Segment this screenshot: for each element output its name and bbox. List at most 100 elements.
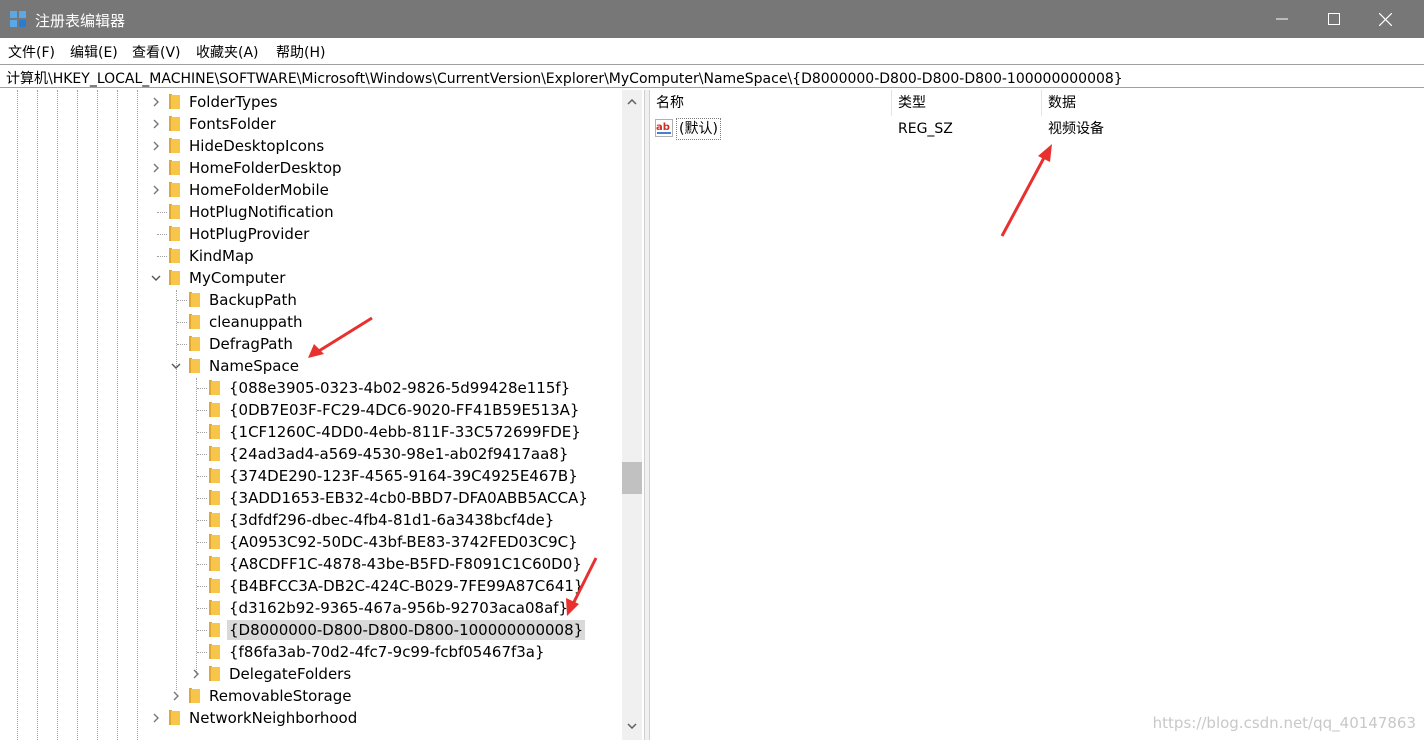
tree-guide-line bbox=[197, 608, 207, 609]
tree-guide-line bbox=[197, 520, 207, 521]
column-header-data[interactable]: 数据 bbox=[1042, 90, 1424, 116]
tree-node-label[interactable]: BackupPath bbox=[207, 290, 299, 310]
tree-node-label[interactable]: FolderTypes bbox=[187, 92, 280, 112]
folder-icon bbox=[207, 512, 221, 528]
tree-node-label[interactable]: {d3162b92-9365-467a-956b-92703aca08af} bbox=[227, 598, 570, 618]
chevron-right-icon[interactable] bbox=[169, 689, 183, 703]
tree-node-label[interactable]: {3ADD1653-EB32-4cb0-BBD7-DFA0ABB5ACCA} bbox=[227, 488, 590, 508]
tree-node[interactable]: BackupPath bbox=[0, 289, 620, 311]
tree-node-label[interactable]: HideDesktopIcons bbox=[187, 136, 326, 156]
tree-node[interactable]: {A0953C92-50DC-43bf-BE83-3742FED03C9C} bbox=[0, 531, 620, 553]
tree-node[interactable]: {d3162b92-9365-467a-956b-92703aca08af} bbox=[0, 597, 620, 619]
tree-node[interactable]: HomeFolderDesktop bbox=[0, 157, 620, 179]
chevron-right-icon[interactable] bbox=[149, 139, 163, 153]
tree-guide-line bbox=[197, 652, 207, 653]
menu-favorites[interactable]: 收藏夹(A) bbox=[196, 42, 259, 62]
tree-node-label[interactable]: HomeFolderMobile bbox=[187, 180, 331, 200]
tree-node-label[interactable]: {A8CDFF1C-4878-43be-B5FD-F8091C1C60D0} bbox=[227, 554, 584, 574]
chevron-right-icon[interactable] bbox=[149, 711, 163, 725]
tree-node[interactable]: {24ad3ad4-a569-4530-98e1-ab02f9417aa8} bbox=[0, 443, 620, 465]
chevron-down-icon[interactable] bbox=[169, 359, 183, 373]
tree-node[interactable]: MyComputer bbox=[0, 267, 620, 289]
tree-node[interactable]: {3dfdf296-dbec-4fb4-81d1-6a3438bcf4de} bbox=[0, 509, 620, 531]
tree-node[interactable]: NetworkNeighborhood bbox=[0, 707, 620, 729]
value-name[interactable]: (默认) bbox=[676, 118, 721, 140]
tree-node[interactable]: {3ADD1653-EB32-4cb0-BBD7-DFA0ABB5ACCA} bbox=[0, 487, 620, 509]
tree-node-label[interactable]: {1CF1260C-4DD0-4ebb-811F-33C572699FDE} bbox=[227, 422, 583, 442]
chevron-right-icon[interactable] bbox=[149, 95, 163, 109]
tree-node[interactable]: HomeFolderMobile bbox=[0, 179, 620, 201]
menu-help[interactable]: 帮助(H) bbox=[276, 42, 325, 62]
column-header-type[interactable]: 类型 bbox=[892, 90, 1042, 116]
tree-node[interactable]: {374DE290-123F-4565-9164-39C4925E467B} bbox=[0, 465, 620, 487]
scroll-up-arrow-icon[interactable] bbox=[622, 92, 642, 112]
menu-file[interactable]: 文件(F) bbox=[8, 42, 55, 62]
tree-node[interactable]: FolderTypes bbox=[0, 91, 620, 113]
scroll-thumb[interactable] bbox=[622, 462, 642, 494]
tree-node-label[interactable]: {24ad3ad4-a569-4530-98e1-ab02f9417aa8} bbox=[227, 444, 570, 464]
address-bar[interactable]: 计算机\HKEY_LOCAL_MACHINE\SOFTWARE\Microsof… bbox=[0, 64, 1424, 88]
tree-node-label-selected[interactable]: {D8000000-D800-D800-D800-100000000008} bbox=[227, 620, 586, 640]
tree-node-label[interactable]: HotPlugNotification bbox=[187, 202, 336, 222]
tree-scrollbar[interactable] bbox=[622, 90, 642, 740]
tree-node[interactable]: KindMap bbox=[0, 245, 620, 267]
tree-node-label[interactable]: DelegateFolders bbox=[227, 664, 353, 684]
tree-node-label[interactable]: FontsFolder bbox=[187, 114, 278, 134]
chevron-right-icon[interactable] bbox=[149, 183, 163, 197]
column-header-name[interactable]: 名称 bbox=[650, 90, 892, 116]
tree-node[interactable]: RemovableStorage bbox=[0, 685, 620, 707]
folder-icon bbox=[207, 644, 221, 660]
tree-node[interactable]: {f86fa3ab-70d2-4fc7-9c99-fcbf05467f3a} bbox=[0, 641, 620, 663]
tree-guide-line bbox=[177, 300, 187, 301]
tree-node-label[interactable]: DefragPath bbox=[207, 334, 295, 354]
tree-node-label[interactable]: NetworkNeighborhood bbox=[187, 708, 359, 728]
tree-node-label[interactable]: KindMap bbox=[187, 246, 256, 266]
tree-node[interactable]: {088e3905-0323-4b02-9826-5d99428e115f} bbox=[0, 377, 620, 399]
tree-guide-line bbox=[197, 586, 207, 587]
tree-node-label[interactable]: HotPlugProvider bbox=[187, 224, 311, 244]
tree-node[interactable]: FontsFolder bbox=[0, 113, 620, 135]
chevron-down-icon[interactable] bbox=[149, 271, 163, 285]
tree-node[interactable]: HideDesktopIcons bbox=[0, 135, 620, 157]
tree-node-label[interactable]: {0DB7E03F-FC29-4DC6-9020-FF41B59E513A} bbox=[227, 400, 581, 420]
tree-node-label[interactable]: cleanuppath bbox=[207, 312, 304, 332]
tree-node-label[interactable]: {B4BFCC3A-DB2C-424C-B029-7FE99A87C641} bbox=[227, 576, 585, 596]
tree-node-label[interactable]: RemovableStorage bbox=[207, 686, 353, 706]
menu-view[interactable]: 查看(V) bbox=[132, 42, 181, 62]
tree-node-label[interactable]: {f86fa3ab-70d2-4fc7-9c99-fcbf05467f3a} bbox=[227, 642, 547, 662]
folder-icon bbox=[207, 424, 221, 440]
tree-guide-line bbox=[157, 234, 167, 235]
address-path[interactable]: 计算机\HKEY_LOCAL_MACHINE\SOFTWARE\Microsof… bbox=[6, 68, 1123, 88]
minimize-button[interactable] bbox=[1254, 0, 1309, 38]
folder-icon bbox=[207, 380, 221, 396]
chevron-right-icon[interactable] bbox=[149, 117, 163, 131]
folder-icon bbox=[207, 578, 221, 594]
tree-node-label[interactable]: MyComputer bbox=[187, 268, 287, 288]
folder-icon bbox=[167, 160, 181, 176]
tree-node-label[interactable]: {A0953C92-50DC-43bf-BE83-3742FED03C9C} bbox=[227, 532, 580, 552]
tree-node[interactable]: {1CF1260C-4DD0-4ebb-811F-33C572699FDE} bbox=[0, 421, 620, 443]
scroll-down-arrow-icon[interactable] bbox=[622, 716, 642, 736]
chevron-right-icon[interactable] bbox=[189, 667, 203, 681]
tree-node[interactable]: HotPlugNotification bbox=[0, 201, 620, 223]
tree-node[interactable]: HotPlugProvider bbox=[0, 223, 620, 245]
close-button[interactable] bbox=[1358, 0, 1413, 38]
window-title: 注册表编辑器 bbox=[35, 12, 126, 30]
folder-icon bbox=[187, 292, 201, 308]
folder-icon bbox=[207, 490, 221, 506]
tree-node[interactable]: {D8000000-D800-D800-D800-100000000008} bbox=[0, 619, 620, 641]
tree-node[interactable]: {0DB7E03F-FC29-4DC6-9020-FF41B59E513A} bbox=[0, 399, 620, 421]
tree-node[interactable]: {B4BFCC3A-DB2C-424C-B029-7FE99A87C641} bbox=[0, 575, 620, 597]
tree-node-label[interactable]: {3dfdf296-dbec-4fb4-81d1-6a3438bcf4de} bbox=[227, 510, 556, 530]
maximize-button[interactable] bbox=[1306, 0, 1361, 38]
tree-node-label[interactable]: HomeFolderDesktop bbox=[187, 158, 344, 178]
chevron-right-icon[interactable] bbox=[149, 161, 163, 175]
folder-icon bbox=[187, 358, 201, 374]
tree-node-label[interactable]: {374DE290-123F-4565-9164-39C4925E467B} bbox=[227, 466, 580, 486]
tree-node[interactable]: DelegateFolders bbox=[0, 663, 620, 685]
menu-edit[interactable]: 编辑(E) bbox=[70, 42, 118, 62]
tree-node-label[interactable]: NameSpace bbox=[207, 356, 301, 376]
tree-node[interactable]: {A8CDFF1C-4878-43be-B5FD-F8091C1C60D0} bbox=[0, 553, 620, 575]
tree-node-label[interactable]: {088e3905-0323-4b02-9826-5d99428e115f} bbox=[227, 378, 572, 398]
value-data: 视频设备 bbox=[1048, 121, 1104, 137]
